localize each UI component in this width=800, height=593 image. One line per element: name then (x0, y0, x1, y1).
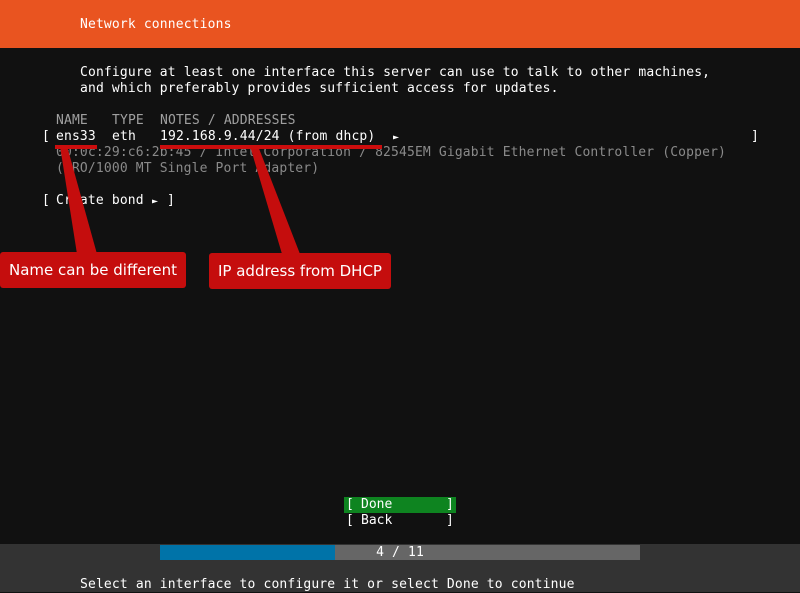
status-text: Select an interface to configure it or s… (80, 577, 575, 592)
done-close-bracket: ] (446, 497, 454, 512)
progress-label: 4 / 11 (376, 545, 424, 560)
back-button[interactable]: [ Back ] (344, 513, 456, 529)
ip-underline (160, 145, 382, 149)
ip-callout: IP address from DHCP (209, 253, 391, 289)
back-label: Back (361, 513, 393, 528)
back-open-bracket: [ (346, 513, 354, 528)
back-close-bracket: ] (446, 513, 454, 528)
ip-pointer-arrow (250, 146, 300, 254)
name-callout: Name can be different (0, 252, 186, 288)
done-open-bracket: [ (346, 497, 354, 512)
done-button[interactable]: [ Done ] (344, 497, 456, 513)
progress-bar: 4 / 11 (160, 545, 640, 560)
name-pointer-arrow (60, 146, 97, 254)
done-label: Done (361, 497, 393, 512)
name-underline (55, 145, 97, 149)
